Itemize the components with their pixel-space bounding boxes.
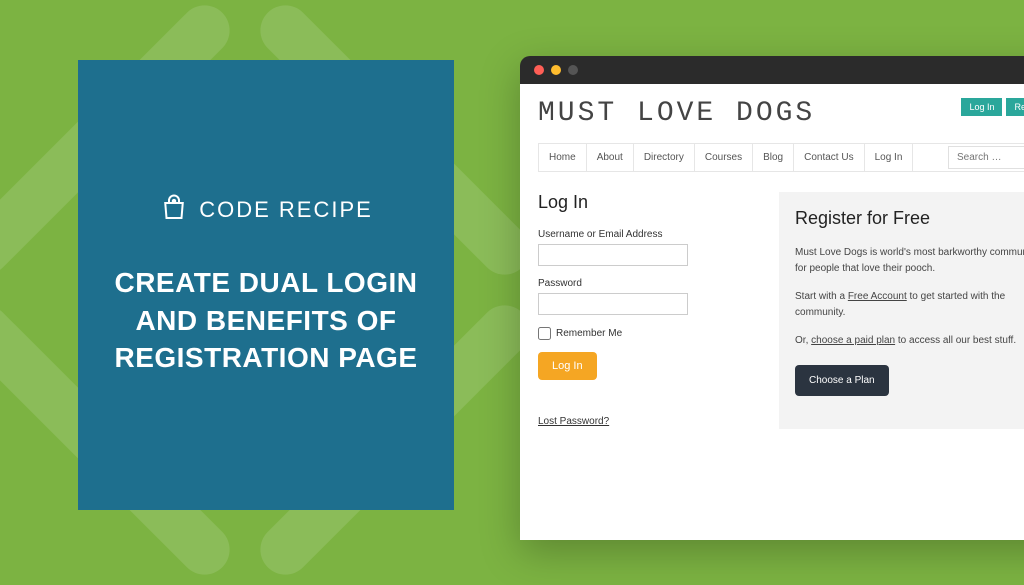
nav-item-home[interactable]: Home [538, 144, 587, 171]
username-label: Username or Email Address [538, 229, 751, 240]
close-icon[interactable] [534, 65, 544, 75]
headline-line: REGISTRATION PAGE [114, 339, 417, 377]
register-p2-a: Start with a [795, 291, 848, 302]
register-column: Register for Free Must Love Dogs is worl… [779, 192, 1024, 429]
lost-password-link[interactable]: Lost Password? [538, 416, 609, 427]
register-p1: Must Love Dogs is world's most barkworth… [795, 245, 1024, 277]
remember-label: Remember Me [556, 328, 622, 339]
nav-item-contact[interactable]: Contact Us [794, 144, 864, 171]
password-label: Password [538, 278, 751, 289]
remember-checkbox[interactable] [538, 327, 551, 340]
minimize-icon[interactable] [551, 65, 561, 75]
top-buttons: Log In Register [961, 98, 1024, 116]
login-heading: Log In [538, 192, 751, 213]
maximize-icon[interactable] [568, 65, 578, 75]
page-viewport: MUST LOVE DOGS Log In Register Home Abou… [520, 84, 1024, 540]
nav-item-login[interactable]: Log In [865, 144, 914, 171]
nav-item-directory[interactable]: Directory [634, 144, 695, 171]
headline-line: AND BENEFITS OF [114, 302, 417, 340]
register-p3-a: Or, [795, 335, 811, 346]
search-input[interactable] [948, 146, 1024, 169]
site-title: MUST LOVE DOGS [538, 98, 815, 129]
login-column: Log In Username or Email Address Passwor… [538, 192, 751, 429]
register-heading: Register for Free [795, 208, 1024, 229]
nav-items: Home About Directory Courses Blog Contac… [538, 144, 913, 171]
choose-plan-button[interactable]: Choose a Plan [795, 365, 889, 396]
username-input[interactable] [538, 244, 688, 266]
top-login-button[interactable]: Log In [961, 98, 1002, 116]
brand: CODE RECIPE [159, 193, 373, 228]
browser-window: MUST LOVE DOGS Log In Register Home Abou… [520, 56, 1024, 540]
nav-item-about[interactable]: About [587, 144, 634, 171]
nav-item-courses[interactable]: Courses [695, 144, 753, 171]
register-p3: Or, choose a paid plan to access all our… [795, 333, 1024, 349]
headline-line: CREATE DUAL LOGIN [114, 264, 417, 302]
nav-item-blog[interactable]: Blog [753, 144, 794, 171]
top-register-button[interactable]: Register [1006, 98, 1024, 116]
promo-panel: CODE RECIPE CREATE DUAL LOGIN AND BENEFI… [78, 60, 454, 510]
topbar: MUST LOVE DOGS Log In Register [538, 98, 1024, 129]
headline: CREATE DUAL LOGIN AND BENEFITS OF REGIST… [114, 264, 417, 377]
password-input[interactable] [538, 293, 688, 315]
login-button[interactable]: Log In [538, 352, 597, 380]
register-p2: Start with a Free Account to get started… [795, 289, 1024, 321]
register-p3-b: to access all our best stuff. [895, 335, 1016, 346]
remember-row: Remember Me [538, 327, 751, 340]
content: Log In Username or Email Address Passwor… [538, 192, 1024, 429]
main-nav: Home About Directory Courses Blog Contac… [538, 143, 1024, 172]
bag-icon [159, 193, 189, 228]
window-titlebar [520, 56, 1024, 84]
paid-plan-link[interactable]: choose a paid plan [811, 335, 895, 346]
brand-label: CODE RECIPE [199, 197, 373, 223]
free-account-link[interactable]: Free Account [848, 291, 907, 302]
